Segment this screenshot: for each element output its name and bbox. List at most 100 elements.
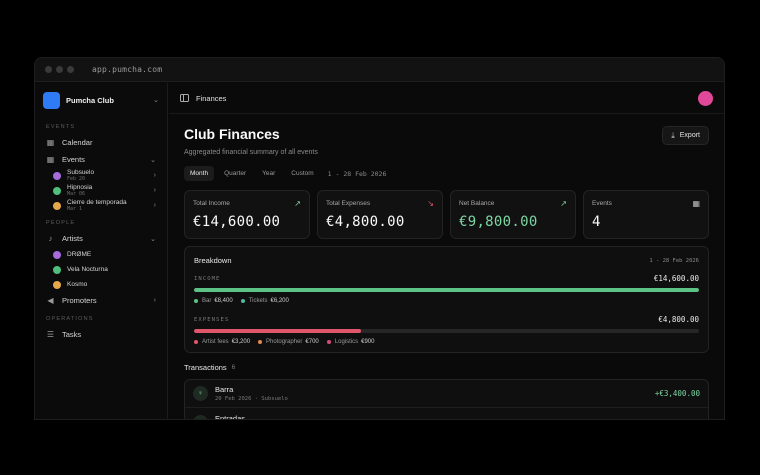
sidebar-artist-item[interactable]: DRØME bbox=[35, 247, 167, 262]
event-avatar bbox=[53, 186, 61, 195]
income-total: €14,600.00 bbox=[653, 274, 699, 283]
stat-value: 4 bbox=[592, 214, 601, 230]
transaction-event: Subsuelo bbox=[261, 396, 288, 402]
legend-item: Logistics €900 bbox=[326, 339, 375, 345]
chevron-down-icon: ⌄ bbox=[150, 156, 156, 164]
expenses-legend: Artist fees €3,200 Photographer €700 Logisti… bbox=[194, 339, 699, 345]
page-subtitle: Aggregated financial summary of all even… bbox=[184, 149, 318, 156]
income-bar bbox=[194, 288, 699, 292]
stat-label: Events bbox=[592, 200, 612, 207]
stat-value: €4,800.00 bbox=[326, 214, 405, 230]
legend-amount: €8,400 bbox=[214, 298, 233, 304]
transactions-title: Transactions bbox=[184, 363, 227, 372]
page-title: Club Finances bbox=[184, 126, 280, 142]
sidebar-event-item[interactable]: Hipnosia Mar 06 › bbox=[35, 183, 167, 198]
legend-name: Artist fees bbox=[202, 339, 229, 345]
sidebar-artist-item[interactable]: Vela Nocturna bbox=[35, 262, 167, 277]
legend-amount: €900 bbox=[361, 339, 375, 345]
sidebar-item-artists[interactable]: ♪ Artists ⌄ bbox=[35, 230, 167, 247]
window-maximize-dot[interactable] bbox=[67, 66, 74, 73]
legend-dot bbox=[326, 340, 331, 344]
sidebar-event-item[interactable]: Subsuelo Feb 20 › bbox=[35, 168, 167, 183]
sidebar-artist-item[interactable]: Kosmo bbox=[35, 277, 167, 292]
artist-text: Vela Nocturna bbox=[67, 266, 156, 273]
legend-name: Photographer bbox=[266, 339, 303, 345]
artist-text: DRØME bbox=[67, 251, 156, 258]
music-note-icon: ♪ bbox=[48, 234, 53, 243]
stats-row: Total Income €14,600.00 ↗ Total Expenses €4,… bbox=[184, 190, 709, 239]
breakdown-title: Breakdown bbox=[194, 256, 232, 265]
checklist-icon: ☰ bbox=[46, 330, 55, 339]
legend-amount: €3,200 bbox=[231, 339, 251, 345]
stat-label: Total Expenses bbox=[326, 200, 371, 207]
sidebar-item-promoters[interactable]: ◀ Promoters › bbox=[35, 292, 167, 309]
transaction-date: 20 Feb 2026 bbox=[215, 396, 252, 402]
club-switcher[interactable]: Pumcha Club ⌄ bbox=[35, 83, 167, 117]
trend-up-icon: ↗ bbox=[294, 199, 301, 208]
period-tabs: Month Quarter Year Custom 1 - 28 Feb 202… bbox=[184, 166, 709, 181]
event-text: Hipnosia Mar 06 bbox=[67, 184, 154, 197]
artist-avatar bbox=[53, 250, 61, 259]
club-logo bbox=[43, 91, 60, 109]
stat-label: Total Income bbox=[193, 200, 230, 207]
transaction-info: Entradas20 Feb 2026 · Subsuelo bbox=[215, 413, 655, 420]
topbar: Finances bbox=[169, 83, 724, 114]
avatar[interactable] bbox=[698, 90, 713, 106]
sidebar-item-tasks[interactable]: ☰ Tasks bbox=[35, 326, 167, 343]
section-label-operations: OPERATIONS bbox=[46, 316, 94, 322]
window-close-dot[interactable] bbox=[45, 66, 52, 73]
artist-text: Kosmo bbox=[67, 281, 156, 288]
tab-custom[interactable]: Custom bbox=[285, 166, 319, 181]
expenses-total: €4,800.00 bbox=[658, 315, 699, 324]
transaction-row[interactable]: ♀ Barra 20 Feb 2026 · Subsuelo +€3,400.00 bbox=[185, 380, 708, 408]
event-date: Mar 1 bbox=[67, 206, 83, 212]
download-icon: ⤓ bbox=[671, 130, 675, 140]
legend-amount: €700 bbox=[305, 339, 319, 345]
tab-year[interactable]: Year bbox=[256, 166, 281, 181]
legend-name: Logistics bbox=[334, 339, 359, 345]
expenses-label: EXPENSES bbox=[194, 316, 230, 323]
transaction-name: Entradas bbox=[215, 413, 246, 420]
event-text: Cierre de temporada Mar 1 bbox=[67, 199, 154, 212]
legend-dot bbox=[194, 299, 198, 303]
date-range: 1 - 28 Feb 2026 bbox=[327, 169, 387, 178]
export-button[interactable]: ⤓ Export bbox=[662, 126, 709, 145]
income-bar-fill bbox=[194, 288, 699, 292]
breakdown-card: Breakdown 1 - 28 Feb 2026 INCOME €14,600… bbox=[184, 246, 709, 353]
arrow-up-right-icon: ↗ bbox=[560, 199, 567, 208]
stat-value: €14,600.00 bbox=[193, 214, 281, 230]
chevron-right-icon: › bbox=[153, 297, 156, 304]
calendar-icon: ▦ bbox=[46, 155, 55, 164]
sidebar-item-calendar[interactable]: ▦ Calendar bbox=[35, 134, 167, 151]
legend-dot bbox=[258, 340, 263, 344]
tab-month[interactable]: Month bbox=[184, 166, 215, 181]
meta-separator: · bbox=[251, 396, 262, 402]
main-panel: Finances Club Finances Aggregated financ… bbox=[169, 83, 724, 419]
transaction-meta: 20 Feb 2026 · Subsuelo bbox=[215, 396, 655, 402]
window-minimize-dot[interactable] bbox=[56, 66, 63, 73]
legend-item: Tickets €6,200 bbox=[240, 298, 289, 304]
event-date: Mar 06 bbox=[67, 191, 86, 197]
transaction-amount: +€3,400.00 bbox=[654, 389, 700, 398]
transactions-count: 6 bbox=[231, 364, 236, 371]
stat-card: Events 4 ▦ bbox=[583, 190, 709, 239]
artist-avatar bbox=[53, 265, 61, 274]
sidebar-event-item[interactable]: Cierre de temporada Mar 1 › bbox=[35, 198, 167, 213]
calendar-icon: ▦ bbox=[46, 138, 55, 147]
app-window: app.pumcha.com Pumcha Club ⌄ EVENTS ▦ Ca… bbox=[34, 57, 725, 420]
expenses-bar bbox=[194, 329, 699, 333]
transactions-list: ♀Barra20 Feb 2026 · Subsuelo+€3,400.00▭E… bbox=[184, 379, 709, 420]
stat-value: €9,800.00 bbox=[459, 214, 538, 230]
sidebar-toggle-icon[interactable] bbox=[180, 94, 189, 102]
tab-quarter[interactable]: Quarter bbox=[218, 166, 252, 181]
megaphone-icon: ◀ bbox=[47, 296, 54, 305]
legend-item: Artist fees €3,200 bbox=[194, 339, 250, 345]
sidebar-item-events[interactable]: ▦ Events ⌄ bbox=[35, 151, 167, 168]
event-date: Feb 20 bbox=[67, 176, 86, 182]
transaction-row[interactable]: ▭ Entradas20 Feb 2026 · Subsuelo+€2,800.0… bbox=[185, 408, 708, 420]
sidebar-item-label: Promoters bbox=[62, 296, 97, 305]
expenses-bar-fill bbox=[194, 329, 361, 333]
url-text[interactable]: app.pumcha.com bbox=[92, 65, 162, 74]
income-label: INCOME bbox=[194, 275, 221, 282]
legend-name: Tickets bbox=[248, 298, 268, 304]
